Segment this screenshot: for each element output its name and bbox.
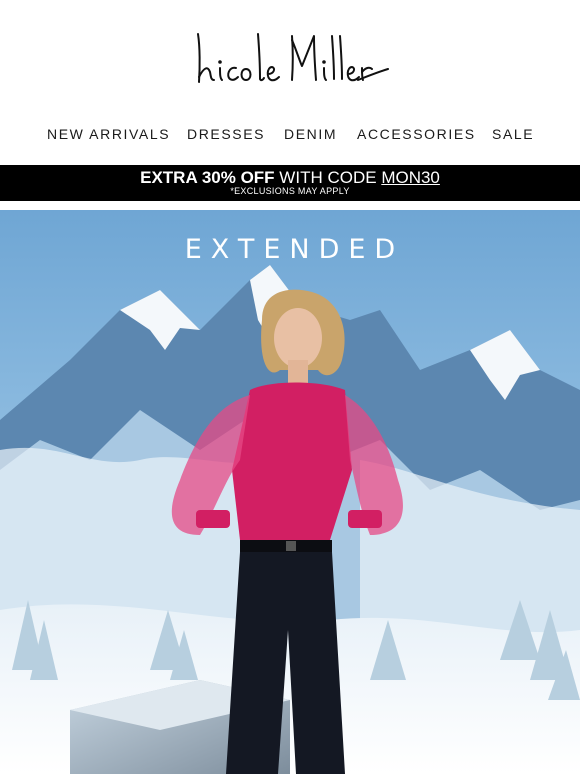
hero-banner[interactable]: EXTENDED [0,210,580,774]
promo-text: WITH CODE [279,168,377,187]
promo-exclusions-note: *EXCLUSIONS MAY APPLY [230,186,350,196]
hero-image [0,210,580,774]
nicole-miller-logo-icon [197,33,389,83]
nav-item-denim[interactable]: DENIM [284,124,337,144]
promo-discount: EXTRA 30% OFF [140,168,275,187]
nav-item-dresses[interactable]: DRESSES [187,124,265,144]
main-nav: NEW ARRIVALS DRESSES DENIM ACCESSORIES S… [0,124,580,146]
hero-title: EXTENDED [184,234,405,265]
nav-item-accessories[interactable]: ACCESSORIES [357,124,476,144]
promo-headline: EXTRA 30% OFF WITH CODE MON30 [0,168,580,188]
brand-logo[interactable] [0,22,580,92]
promo-code[interactable]: MON30 [381,168,440,187]
promo-banner[interactable]: EXTRA 30% OFF WITH CODE MON30 *EXCLUSION… [0,165,580,201]
nav-item-sale[interactable]: SALE [492,124,534,144]
nav-item-new-arrivals[interactable]: NEW ARRIVALS [47,124,170,144]
